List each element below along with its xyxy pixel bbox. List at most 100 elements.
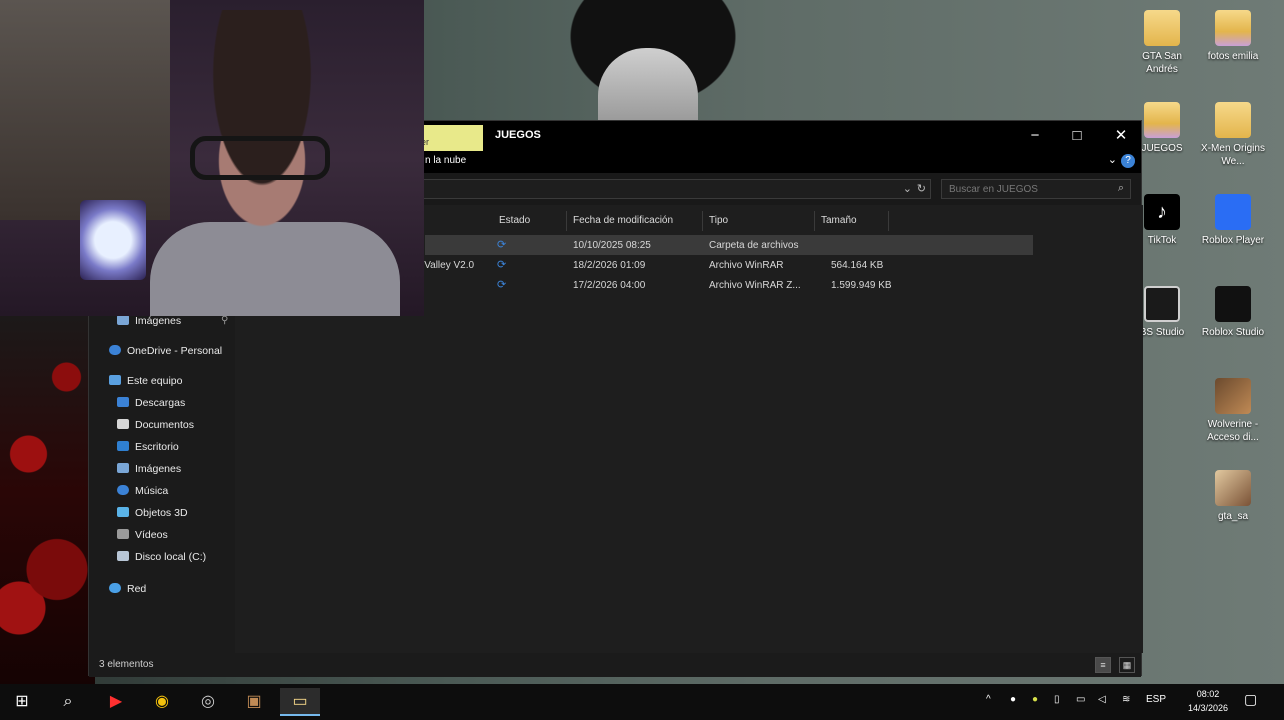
nav-item-este-equipo[interactable]: Este equipo — [109, 375, 182, 391]
column-header-tipo[interactable]: Tipo — [703, 211, 815, 231]
status-bar: 3 elementos ≡ ▦ — [89, 653, 1141, 677]
nav-item-musica[interactable]: Música — [117, 485, 168, 501]
desktop-icon-label: BS Studio — [1139, 327, 1185, 338]
refresh-icon[interactable]: ↻ — [917, 182, 926, 195]
obs-icon — [1144, 286, 1180, 322]
desktop-icon-label: Roblox Player — [1201, 235, 1265, 246]
desktop-icon-gta-san-andreas[interactable]: GTA San Andrés — [1130, 10, 1194, 76]
help-icon[interactable]: ? — [1121, 154, 1135, 168]
cube-icon — [117, 507, 129, 517]
sync-status-icon: ⟳ — [497, 239, 507, 251]
desktop-icon-label: TikTok — [1147, 235, 1177, 246]
nav-item-documentos[interactable]: Documentos — [117, 419, 194, 435]
file-name: ll Valley V2.0 — [417, 260, 475, 271]
chevron-down-icon[interactable]: ⌄ — [1108, 153, 1117, 166]
file-explorer-taskbar-icon[interactable]: ▭ — [280, 688, 320, 716]
folder-icon — [1215, 102, 1251, 138]
obs-taskbar-icon[interactable]: ◎ — [188, 688, 228, 716]
sync-status-icon: ⟳ — [497, 259, 507, 271]
wifi-icon[interactable]: ≋ — [1122, 694, 1130, 705]
desktop-icon-label: Roblox Studio — [1201, 327, 1265, 338]
wallpaper-red-splatter — [0, 300, 95, 685]
search-placeholder: Buscar en JUEGOS — [949, 184, 1038, 195]
minimize-button[interactable]: − — [1015, 125, 1055, 147]
column-header-tamano[interactable]: Tamaño — [815, 211, 889, 231]
drive-icon — [117, 551, 129, 561]
desktop-icon-roblox-studio[interactable]: Roblox Studio — [1201, 286, 1265, 339]
details-view-button[interactable]: ≡ — [1095, 657, 1111, 673]
cloud-icon — [109, 345, 121, 355]
nav-item-disco-local[interactable]: Disco local (C:) — [117, 551, 206, 567]
desktop-icon-wolverine[interactable]: Wolverine - Acceso di... — [1201, 378, 1265, 444]
nav-item-escritorio[interactable]: Escritorio — [117, 441, 179, 457]
folder-icon — [1144, 102, 1180, 138]
youtube-icon[interactable]: ▶ — [96, 688, 136, 716]
clock[interactable]: 08:02 14/3/2026 — [1188, 687, 1228, 715]
file-type: Carpeta de archivos — [709, 240, 799, 251]
language-indicator[interactable]: ESP — [1146, 694, 1166, 705]
microphone-icon[interactable]: ● — [1010, 694, 1016, 705]
battery-icon[interactable]: ▭ — [1076, 694, 1085, 705]
maximize-button[interactable]: □ — [1057, 125, 1097, 147]
desktop-icon-label: gta_sa — [1217, 511, 1249, 522]
desktop-icon-xmen[interactable]: X-Men Origins We... — [1201, 102, 1265, 168]
search-icon[interactable]: ⌕ — [1118, 182, 1124, 195]
nav-item-imagenes[interactable]: Imágenes — [117, 463, 181, 479]
quick-access-toolbar[interactable]: er — [419, 125, 483, 151]
table-row[interactable]: ⟳ 17/2/2026 04:00 Archivo WinRAR Z... 1.… — [425, 275, 1033, 295]
nav-item-descargas[interactable]: Descargas — [117, 397, 185, 413]
desktop-icon-label: Wolverine - Acceso di... — [1207, 419, 1259, 443]
download-icon — [117, 397, 129, 407]
file-size: 564.164 KB — [831, 260, 884, 271]
device-icon[interactable]: ▯ — [1054, 694, 1060, 705]
file-size: 1.599.949 KB — [831, 280, 892, 291]
folder-icon — [1144, 10, 1180, 46]
chrome-icon[interactable]: ◉ — [142, 688, 182, 716]
chevron-up-icon[interactable]: ^ — [986, 694, 991, 705]
column-header-estado[interactable]: Estado — [493, 211, 567, 231]
desktop-icon-gta-sa[interactable]: gta_sa — [1201, 470, 1265, 523]
notification-icon[interactable]: ▢ — [1244, 691, 1257, 708]
file-date: 17/2/2026 04:00 — [573, 280, 646, 291]
wallpaper-joker-figure — [548, 0, 758, 122]
nav-item-onedrive[interactable]: OneDrive - Personal — [109, 345, 222, 361]
item-count: 3 elementos — [99, 659, 154, 670]
pictures-icon — [117, 315, 129, 325]
close-button[interactable]: ✕ — [1101, 125, 1141, 147]
nav-item-red[interactable]: Red — [109, 583, 146, 599]
table-row[interactable]: ll Valley V2.0 ⟳ 18/2/2026 01:09 Archivo… — [417, 255, 1033, 275]
large-icons-view-button[interactable]: ▦ — [1119, 657, 1135, 673]
desktop-icon-label: X-Men Origins We... — [1201, 143, 1265, 167]
desktop-icon-label: GTA San Andrés — [1142, 51, 1182, 75]
game-taskbar-icon[interactable]: ▣ — [234, 688, 274, 716]
desktop-icon-label: fotos emilia — [1207, 51, 1259, 62]
file-date: 18/2/2026 01:09 — [573, 260, 646, 271]
wolverine-game-icon — [1215, 378, 1251, 414]
tiktok-icon: ♪ — [1144, 194, 1180, 230]
folder-icon — [1215, 10, 1251, 46]
nav-item-objetos3d[interactable]: Objetos 3D — [117, 507, 188, 523]
network-icon — [109, 583, 121, 593]
file-type: Archivo WinRAR Z... — [709, 280, 801, 291]
volume-icon[interactable]: ◁ — [1098, 694, 1106, 705]
search-input[interactable]: Buscar en JUEGOS ⌕ — [941, 179, 1131, 199]
column-header-fecha[interactable]: Fecha de modificación — [567, 211, 703, 231]
desktop-icon-label: JUEGOS — [1141, 143, 1183, 154]
desktop-icon-fotos-emilia[interactable]: fotos emilia — [1201, 10, 1265, 63]
sync-status-icon: ⟳ — [497, 279, 507, 291]
tray-app-icon[interactable]: ● — [1032, 694, 1038, 705]
desktop-icon-roblox-player[interactable]: Roblox Player — [1201, 194, 1265, 247]
address-bar[interactable]: ⌄ ↻ — [423, 179, 931, 199]
table-row[interactable]: ⟳ 10/10/2025 08:25 Carpeta de archivos — [425, 235, 1033, 255]
nav-item-videos[interactable]: Vídeos — [117, 529, 168, 545]
ribbon-tab-label[interactable]: n la nube — [425, 155, 466, 166]
pictures-icon — [117, 463, 129, 473]
chevron-down-icon[interactable]: ⌄ — [903, 182, 912, 195]
clock-time: 08:02 — [1196, 689, 1220, 699]
window-title: JUEGOS — [495, 129, 541, 141]
start-button[interactable]: ⊞ — [2, 688, 42, 716]
nav-item-imagenes-quick[interactable]: Imágenes — [117, 315, 181, 331]
search-button[interactable]: ⌕ — [48, 688, 88, 716]
computer-icon — [109, 375, 121, 385]
roblox-studio-icon — [1215, 286, 1251, 322]
